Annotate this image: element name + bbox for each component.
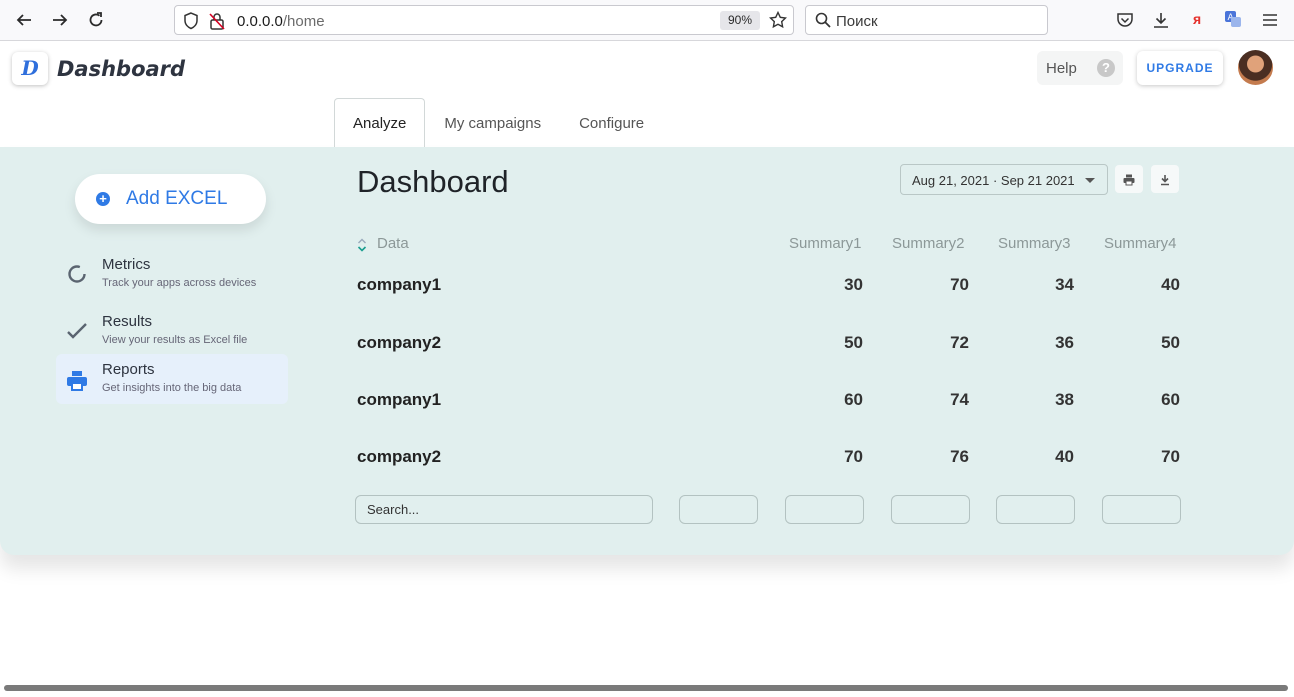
download-button[interactable]: [1151, 165, 1179, 193]
sidebar-item-subtitle: View your results as Excel file: [102, 334, 248, 346]
browser-search-placeholder: Поиск: [836, 13, 878, 30]
download-icon[interactable]: [1152, 11, 1170, 34]
browser-search-field[interactable]: Поиск: [805, 5, 1048, 35]
help-label: Help: [1046, 60, 1077, 77]
sort-icon[interactable]: [357, 237, 367, 253]
sidebar-item-title: Results: [102, 313, 153, 330]
table-cell: 76: [950, 447, 969, 466]
table-cell: 50: [1161, 333, 1180, 352]
help-button[interactable]: Help ?: [1037, 51, 1123, 85]
avatar[interactable]: [1238, 50, 1273, 85]
summary4-filter-input[interactable]: [1102, 495, 1181, 524]
dashboard-panel: + Add EXCEL Metrics Track your apps acro…: [0, 147, 1294, 555]
table-cell: 34: [1055, 275, 1074, 294]
sidebar-item-reports[interactable]: Reports Get insights into the big data: [56, 354, 288, 404]
download-icon: [1159, 173, 1171, 191]
row-name: company1: [357, 390, 442, 409]
row-name: company2: [357, 447, 442, 466]
yandex-extension-icon[interactable]: я: [1193, 11, 1201, 27]
table-cell: 70: [950, 275, 969, 294]
summary-filter-input[interactable]: [679, 495, 758, 524]
tab-configure[interactable]: Configure: [560, 98, 663, 147]
upgrade-button[interactable]: UPGRADE: [1137, 51, 1223, 85]
chevron-down-icon: [1085, 178, 1095, 183]
summary3-filter-input[interactable]: [996, 495, 1075, 524]
check-icon: [66, 320, 88, 342]
table-cell: 70: [1161, 447, 1180, 466]
table-cell: 30: [844, 275, 863, 294]
date-range-value: Aug 21, 2021 · Sep 21 2021: [912, 173, 1075, 188]
insecure-lock-icon[interactable]: [209, 12, 225, 35]
circle-progress-icon: [66, 263, 88, 285]
table-cell: 72: [950, 333, 969, 352]
print-button[interactable]: [1115, 165, 1143, 193]
search-icon: [815, 12, 831, 33]
main-tabs: Analyze My campaigns Configure: [334, 98, 663, 147]
table-cell: 70: [844, 447, 863, 466]
summary1-filter-input[interactable]: [785, 495, 864, 524]
logo[interactable]: D: [12, 52, 48, 85]
summary2-filter-input[interactable]: [891, 495, 970, 524]
tab-analyze[interactable]: Analyze: [334, 98, 426, 147]
column-header-summary1[interactable]: Summary1: [789, 235, 862, 252]
printer-icon: [1123, 173, 1135, 191]
plus-circle-icon: +: [96, 192, 110, 206]
zoom-level[interactable]: 90%: [720, 11, 760, 30]
sidebar-item-title: Metrics: [102, 256, 151, 273]
data-search-input[interactable]: [355, 495, 653, 524]
row-name: company1: [357, 275, 442, 294]
table-cell: 60: [1161, 390, 1180, 409]
address-bar[interactable]: 0.0.0.0/home 90%: [174, 5, 794, 35]
column-header-summary3[interactable]: Summary3: [998, 235, 1071, 252]
table-cell: 36: [1055, 333, 1074, 352]
tab-my-campaigns[interactable]: My campaigns: [425, 98, 560, 147]
table-cell: 50: [844, 333, 863, 352]
add-excel-button[interactable]: + Add EXCEL: [75, 174, 266, 224]
pocket-icon[interactable]: [1116, 11, 1134, 34]
table-cell: 60: [844, 390, 863, 409]
column-header-summary4[interactable]: Summary4: [1104, 235, 1177, 252]
table-cell: 38: [1055, 390, 1074, 409]
table-cell: 40: [1161, 275, 1180, 294]
printer-icon: [66, 370, 88, 392]
sidebar-item-subtitle: Get insights into the big data: [102, 382, 242, 394]
sidebar-item-subtitle: Track your apps across devices: [102, 277, 257, 289]
app-header: D Dashboard Help ? UPGRADE Analyze My ca…: [0, 41, 1294, 147]
horizontal-scrollbar[interactable]: [4, 685, 1288, 691]
shield-icon[interactable]: [183, 12, 199, 35]
add-excel-label: Add EXCEL: [126, 188, 228, 209]
table-cell: 74: [950, 390, 969, 409]
help-icon: ?: [1097, 59, 1115, 77]
url-text: 0.0.0.0/home: [237, 13, 325, 30]
page-title: Dashboard: [357, 164, 509, 199]
date-range-select[interactable]: Aug 21, 2021 · Sep 21 2021: [900, 164, 1108, 195]
brand-title[interactable]: Dashboard: [57, 57, 185, 81]
row-name: company2: [357, 333, 442, 352]
sidebar-item-results[interactable]: Results View your results as Excel file: [56, 306, 288, 356]
translate-icon[interactable]: A: [1224, 10, 1242, 33]
menu-icon[interactable]: [1262, 12, 1278, 33]
table-cell: 40: [1055, 447, 1074, 466]
column-header-data[interactable]: Data: [377, 235, 409, 252]
forward-icon[interactable]: [48, 8, 72, 32]
sidebar-item-metrics[interactable]: Metrics Track your apps across devices: [56, 249, 288, 299]
browser-toolbar: 0.0.0.0/home 90% Поиск я A: [0, 0, 1294, 41]
star-icon[interactable]: [768, 10, 788, 34]
column-header-summary2[interactable]: Summary2: [892, 235, 965, 252]
back-icon[interactable]: [12, 8, 36, 32]
sidebar-item-title: Reports: [102, 361, 155, 378]
reload-icon[interactable]: [84, 8, 108, 32]
